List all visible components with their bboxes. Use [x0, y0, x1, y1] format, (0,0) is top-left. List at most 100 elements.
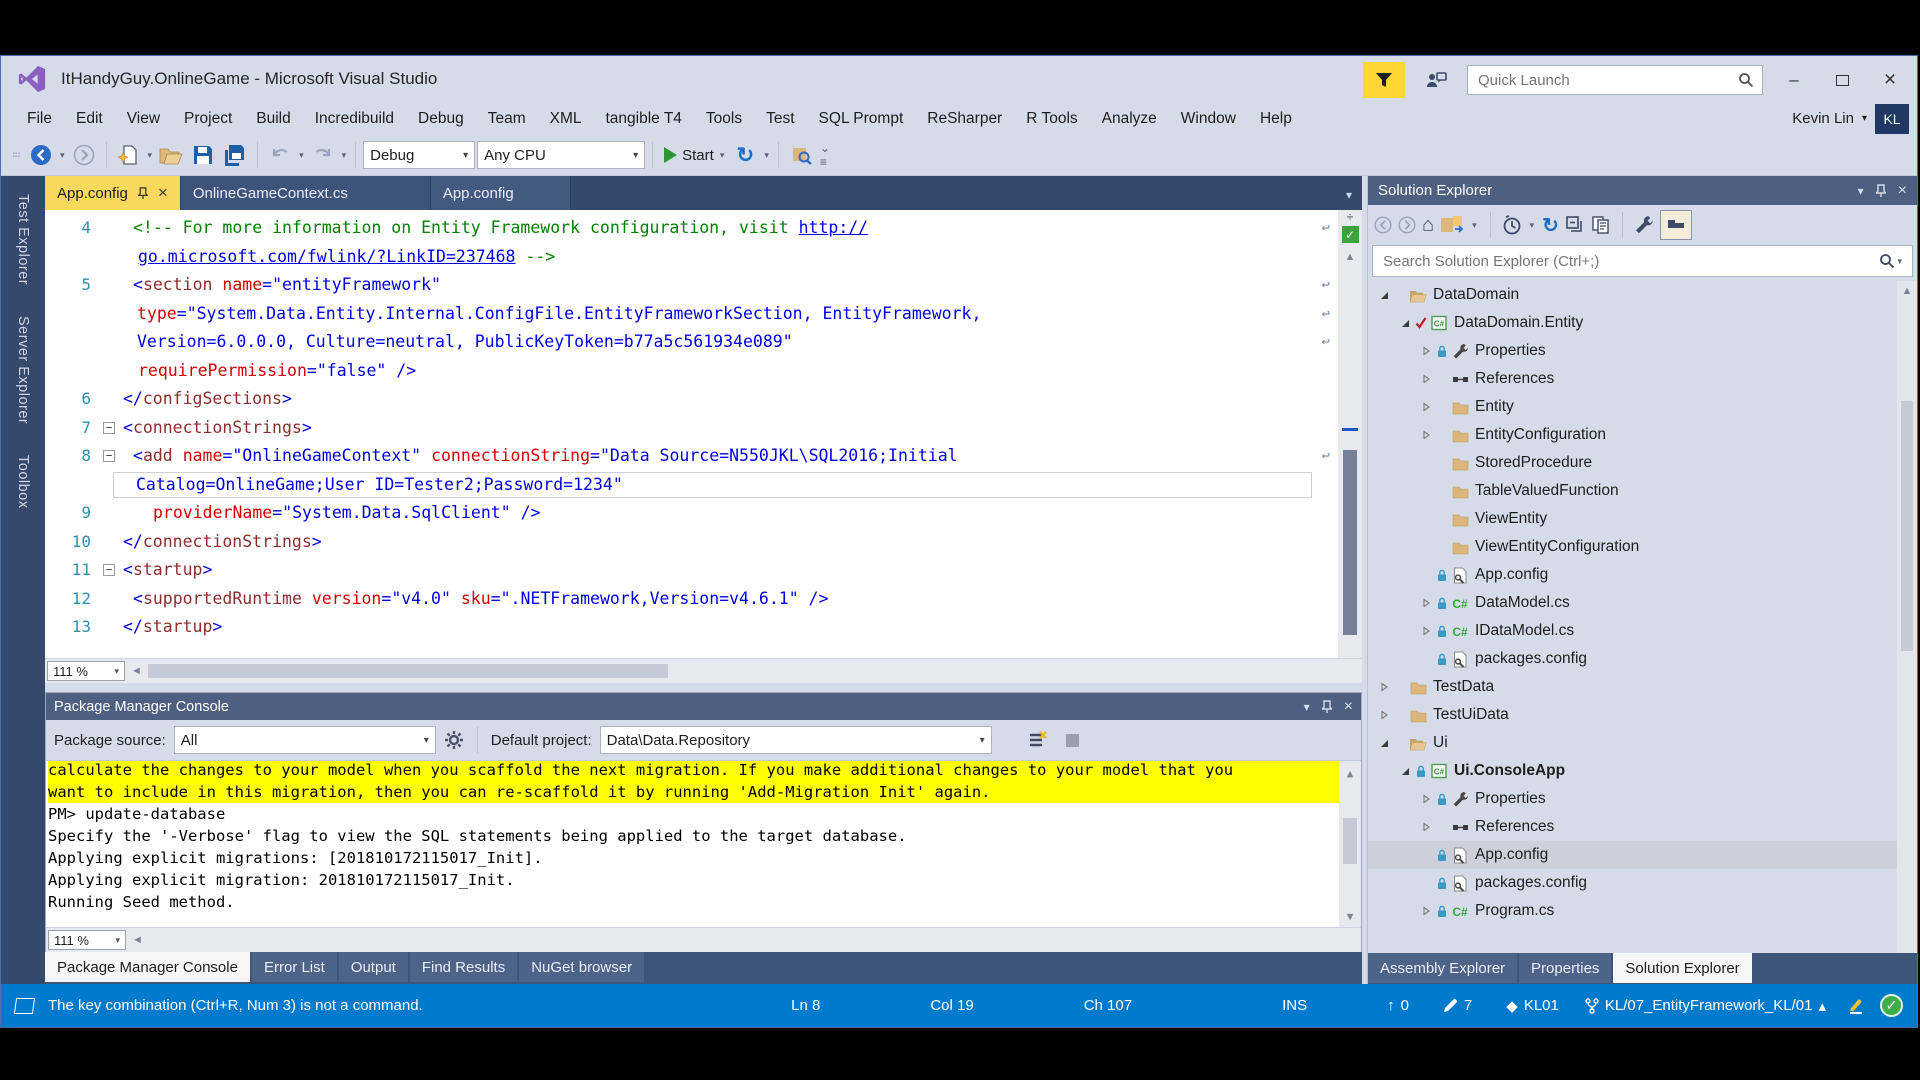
solution-configuration-combo[interactable]: Debug ▾ — [363, 141, 476, 169]
fold-collapse-box[interactable]: − — [101, 442, 123, 471]
minimize-button[interactable]: – — [1777, 66, 1811, 94]
redo-dropdown-icon[interactable]: ▾ — [340, 150, 349, 161]
status-character[interactable]: Ch 107 — [1084, 997, 1132, 1014]
start-debug-button[interactable]: Start ▾ — [660, 140, 728, 170]
menu-item-xml[interactable]: XML — [538, 106, 594, 131]
navigate-back-button[interactable] — [26, 140, 56, 170]
tree-item-app-config[interactable]: App.config — [1368, 841, 1917, 869]
refresh-button[interactable]: ↻ — [730, 140, 760, 170]
bottom-tab-output[interactable]: Output — [338, 952, 408, 982]
collapse-icon[interactable]: − — [103, 421, 115, 434]
pmc-close-icon[interactable]: × — [1344, 698, 1353, 716]
se-tab-properties[interactable]: Properties — [1519, 953, 1612, 983]
fold-collapse-box[interactable]: − — [101, 414, 123, 443]
fold-collapse-box[interactable]: − — [101, 556, 123, 585]
collapsed-arrow-icon[interactable] — [1418, 374, 1434, 384]
code-line-6[interactable]: 6 </configSections> — [45, 385, 1338, 414]
pmc-pin-icon[interactable] — [1321, 699, 1332, 714]
feedback-icon[interactable] — [1419, 63, 1453, 97]
tree-item-viewentity[interactable]: ViewEntity — [1368, 505, 1917, 533]
scroll-up-icon[interactable]: ▲ — [1902, 285, 1913, 297]
menu-item-r-tools[interactable]: R Tools — [1014, 106, 1089, 131]
solution-explorer-title-bar[interactable]: Solution Explorer ▾ × — [1368, 176, 1917, 205]
code-editor[interactable]: 4 <!-- For more information on Entity Fra… — [45, 210, 1362, 658]
stop-icon[interactable] — [1065, 733, 1079, 747]
pending-changes-filter-button[interactable] — [1502, 215, 1522, 235]
save-all-button[interactable] — [220, 140, 250, 170]
menu-item-project[interactable]: Project — [172, 106, 244, 131]
collapsed-arrow-icon[interactable] — [1418, 430, 1434, 440]
bottom-tab-package-manager-console[interactable]: Package Manager Console — [45, 952, 250, 982]
repository-indicator[interactable]: ◆ KL01 — [1506, 997, 1559, 1015]
menu-item-window[interactable]: Window — [1169, 106, 1248, 131]
pending-edits-indicator[interactable]: 7 — [1443, 997, 1472, 1014]
resharper-status-icon[interactable]: ✓ — [1341, 226, 1359, 243]
pmc-vertical-scrollbar[interactable]: ▲ ▼ — [1339, 761, 1361, 927]
menu-item-edit[interactable]: Edit — [64, 106, 115, 131]
panel-splitter[interactable] — [45, 683, 1362, 692]
status-line[interactable]: Ln 8 — [791, 997, 820, 1014]
preview-selected-items-button[interactable] — [1591, 215, 1611, 235]
show-all-files-toggle[interactable] — [1659, 210, 1692, 240]
properties-wrench-icon[interactable] — [1634, 215, 1654, 235]
document-list-dropdown-icon[interactable]: ▾ — [1346, 188, 1352, 202]
se-vertical-scrollbar[interactable]: ▲ — [1897, 281, 1917, 953]
user-avatar[interactable]: KL — [1875, 103, 1909, 134]
bottom-tab-error-list[interactable]: Error List — [251, 952, 337, 982]
toolbar-overflow-icon[interactable]: ⌄ ≡ — [818, 141, 832, 169]
menu-item-build[interactable]: Build — [244, 106, 302, 131]
navigate-forward-button[interactable] — [69, 140, 99, 170]
se-search-input[interactable] — [1381, 251, 1880, 271]
splitter-grip-icon[interactable]: ÷ — [1347, 211, 1354, 223]
editor-tab-app-config-0[interactable]: App.config × — [45, 176, 181, 210]
scrollbar-thumb[interactable] — [1343, 450, 1357, 636]
code-line-5[interactable]: 5 <section name="entityFramework" ↩ — [45, 271, 1338, 300]
incoming-commits-indicator[interactable]: ↑ 0 — [1387, 997, 1409, 1014]
solution-explorer-search-box[interactable]: ▾ — [1372, 245, 1913, 277]
toolbar-grip[interactable]: ⠿ — [9, 151, 20, 159]
navigate-back-dropdown-icon[interactable]: ▾ — [58, 150, 67, 161]
tree-item-testuidata[interactable]: TestUiData — [1368, 701, 1917, 729]
scroll-up-icon[interactable]: ▲ — [1347, 767, 1354, 780]
se-tab-assembly-explorer[interactable]: Assembly Explorer — [1368, 953, 1518, 983]
user-name[interactable]: Kevin Lin — [1792, 110, 1854, 127]
code-line-13[interactable]: 13 </startup> — [45, 613, 1338, 642]
tree-item-ui[interactable]: Ui — [1368, 729, 1917, 757]
tree-item-idatamodel-cs[interactable]: C# IDataModel.cs — [1368, 617, 1917, 645]
tree-item-viewentityconfiguration[interactable]: ViewEntityConfiguration — [1368, 533, 1917, 561]
filter-dropdown-icon[interactable]: ▾ — [1528, 220, 1537, 231]
tree-item-testdata[interactable]: TestData — [1368, 673, 1917, 701]
menu-item-view[interactable]: View — [115, 106, 172, 131]
se-dropdown-icon[interactable]: ▾ — [1858, 184, 1864, 198]
collapsed-arrow-icon[interactable] — [1418, 794, 1434, 804]
menu-item-debug[interactable]: Debug — [406, 106, 476, 131]
search-dropdown-icon[interactable]: ▾ — [1895, 256, 1904, 267]
collapsed-arrow-icon[interactable] — [1418, 346, 1434, 356]
collapsed-arrow-icon[interactable] — [1418, 822, 1434, 832]
tree-item-datadomain-entity[interactable]: C# DataDomain.Entity — [1368, 309, 1917, 337]
collapse-icon[interactable]: − — [103, 564, 115, 576]
editor-tab-onlinegamecontext-cs-1[interactable]: OnlineGameContext.cs — [180, 176, 431, 210]
quick-launch-input[interactable] — [1476, 70, 1738, 90]
tree-item-datamodel-cs[interactable]: C# DataModel.cs — [1368, 589, 1917, 617]
pmc-title-bar[interactable]: Package Manager Console ▾ × — [46, 693, 1361, 720]
scroll-up-icon[interactable]: ▲ — [1345, 251, 1356, 263]
pmc-zoom-combo[interactable]: 111 % ▾ — [48, 930, 126, 950]
notifications-icon[interactable] — [1848, 997, 1864, 1015]
collapsed-arrow-icon[interactable] — [1418, 598, 1434, 608]
side-tab-server-explorer[interactable]: Server Explorer — [15, 316, 31, 424]
analysis-ok-icon[interactable]: ✓ — [1880, 994, 1903, 1017]
home-icon[interactable]: ⌂ — [1422, 214, 1434, 237]
collapsed-arrow-icon[interactable] — [1418, 402, 1434, 412]
menu-item-analyze[interactable]: Analyze — [1090, 106, 1169, 131]
menu-item-resharper[interactable]: ReSharper — [915, 106, 1014, 131]
tree-item-packages-config[interactable]: packages.config — [1368, 645, 1917, 673]
expanded-arrow-icon[interactable] — [1397, 766, 1413, 776]
collapsed-arrow-icon[interactable] — [1376, 682, 1392, 692]
tree-item-references[interactable]: References — [1368, 365, 1917, 393]
tree-item-ui-consoleapp[interactable]: C# Ui.ConsoleApp — [1368, 757, 1917, 785]
code-line-12[interactable]: 12 <supportedRuntime version="v4.0" sku="… — [45, 585, 1338, 614]
code-line-4-wrap[interactable]: go.microsoft.com/fwlink/?LinkID=237468 -… — [45, 243, 1338, 272]
code-line-5-wrap[interactable]: requirePermission="false" /> — [45, 357, 1338, 386]
menu-item-tangible-t4[interactable]: tangible T4 — [594, 106, 694, 131]
